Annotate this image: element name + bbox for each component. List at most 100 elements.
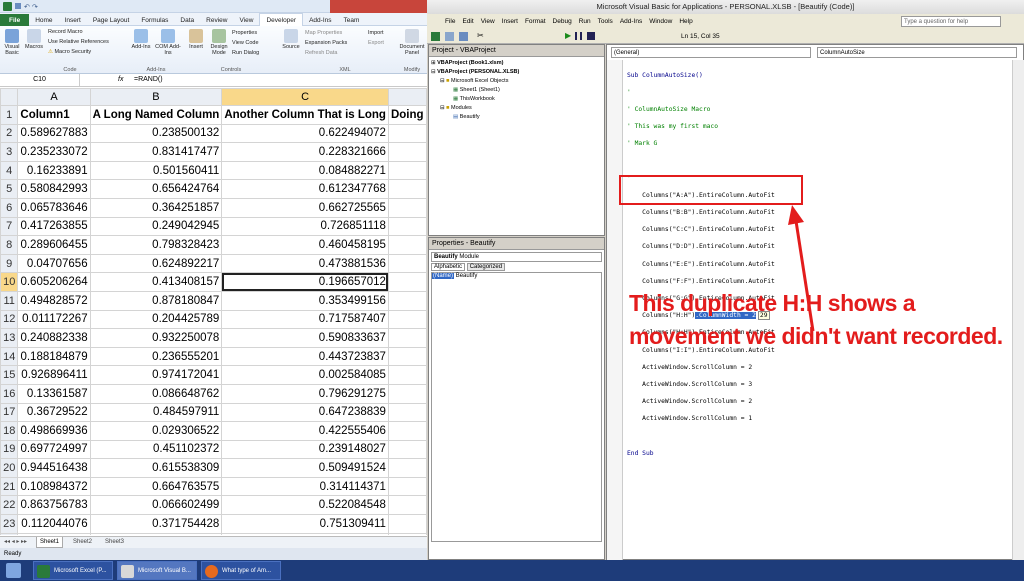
tree-item-thisworkbook[interactable]: ▦ ThisWorkbook: [431, 95, 602, 104]
tab-categorized[interactable]: Categorized: [466, 263, 506, 271]
record-macro-button[interactable]: Record Macro: [48, 29, 83, 35]
cell[interactable]: 0.066602499: [89, 495, 223, 516]
cell[interactable]: 0.990688375: [17, 532, 91, 535]
cell[interactable]: [387, 365, 427, 385]
cell[interactable]: 0.501560411: [89, 160, 223, 181]
row-header[interactable]: 23: [0, 514, 19, 534]
cell[interactable]: 0.289606455: [17, 235, 91, 255]
run-icon[interactable]: ▶: [565, 31, 571, 40]
cell[interactable]: 0.417263855: [17, 216, 91, 237]
row-header[interactable]: 1: [0, 105, 19, 125]
menu-edit[interactable]: Edit: [462, 18, 473, 25]
cell[interactable]: 0.371754428: [89, 514, 223, 534]
menu-window[interactable]: Window: [649, 18, 672, 25]
row-header[interactable]: 22: [0, 495, 19, 516]
cell[interactable]: 0.228321666: [221, 142, 389, 162]
column-header-b[interactable]: B: [89, 88, 223, 106]
properties-object-select[interactable]: Beautify Module: [431, 252, 602, 262]
selected-cell[interactable]: 0.196657012: [221, 272, 389, 292]
pause-icon[interactable]: [575, 32, 582, 40]
header-cell[interactable]: Another Column That is Long: [221, 105, 389, 125]
cell[interactable]: [387, 142, 427, 162]
cell[interactable]: 0.798328423: [89, 235, 223, 255]
cell[interactable]: 0.796291275: [221, 383, 389, 404]
cell[interactable]: [387, 272, 427, 292]
cell[interactable]: 0.612347768: [221, 179, 389, 199]
refresh-data-button[interactable]: Refresh Data: [305, 50, 337, 56]
row-header[interactable]: 2: [0, 123, 19, 144]
row-header[interactable]: 11: [0, 290, 19, 311]
row-header[interactable]: 14: [0, 346, 19, 367]
menu-tools[interactable]: Tools: [598, 18, 613, 25]
cell[interactable]: 0.484597911: [89, 402, 223, 423]
menu-insert[interactable]: Insert: [502, 18, 518, 25]
row-header[interactable]: 12: [0, 309, 19, 330]
cell[interactable]: [387, 216, 427, 237]
cell[interactable]: 0.662725565: [221, 197, 389, 218]
cell[interactable]: 0.509491524: [221, 458, 389, 478]
cell[interactable]: 0.863756783: [17, 495, 91, 516]
cell[interactable]: 0.622494072: [221, 123, 389, 144]
cell[interactable]: [387, 458, 427, 478]
cell[interactable]: 0.188184879: [17, 346, 91, 367]
cell[interactable]: 0.590833637: [221, 328, 389, 348]
cell[interactable]: 0.04707656: [17, 253, 91, 274]
redo-icon[interactable]: ↷: [32, 3, 38, 11]
cell[interactable]: 0.314114371: [221, 476, 389, 497]
design-mode-button[interactable]: Design Mode: [208, 29, 230, 56]
cell[interactable]: 0.878180847: [89, 290, 223, 311]
cell[interactable]: 0.932250078: [89, 328, 223, 348]
cell[interactable]: 0.498669936: [17, 421, 91, 441]
column-header-a[interactable]: A: [17, 88, 91, 106]
tree-item-personal[interactable]: ⊟ VBAProject (PERSONAL.XLSB): [431, 68, 602, 77]
formula-input[interactable]: =RAND(): [134, 74, 163, 86]
header-cell[interactable]: Column1: [17, 105, 91, 125]
cell[interactable]: 0.108984372: [17, 476, 91, 497]
export-button[interactable]: Export: [368, 40, 384, 46]
cell[interactable]: 0.443723837: [221, 346, 389, 367]
cell[interactable]: 0.236555201: [89, 346, 223, 367]
save-icon[interactable]: [15, 3, 21, 9]
prop-name-value[interactable]: Beautify: [456, 273, 478, 279]
cell[interactable]: [387, 383, 427, 404]
sheet-nav-icon[interactable]: ◂◂ ◂ ▸ ▸▸: [4, 538, 27, 545]
menu-run[interactable]: Run: [579, 18, 591, 25]
fx-icon[interactable]: fx: [118, 74, 123, 86]
cell[interactable]: 0.36729522: [17, 402, 91, 423]
macro-security-button[interactable]: ⚠ Macro Security: [48, 49, 91, 55]
cell[interactable]: 0.235233072: [17, 142, 91, 162]
cell[interactable]: [387, 402, 427, 423]
row-header[interactable]: 21: [0, 476, 19, 497]
tab-developer[interactable]: Developer: [259, 13, 304, 26]
row-header[interactable]: 15: [0, 365, 19, 385]
row-header[interactable]: 7: [0, 216, 19, 237]
cell[interactable]: [387, 346, 427, 367]
cell[interactable]: 0.522084548: [221, 495, 389, 516]
cell[interactable]: [387, 532, 427, 535]
cell[interactable]: 0.112044076: [17, 514, 91, 534]
row-header[interactable]: 18: [0, 421, 19, 441]
cell[interactable]: 0.188135468: [221, 532, 389, 535]
cell[interactable]: 0.029306522: [89, 421, 223, 441]
taskbar-item-vbe[interactable]: Microsoft Visual B...: [117, 561, 197, 580]
cell[interactable]: 0.460458195: [221, 235, 389, 255]
taskbar-item-firefox[interactable]: What type of Am...: [201, 561, 281, 580]
cell[interactable]: [387, 123, 427, 144]
object-dropdown[interactable]: (General): [611, 47, 811, 58]
row-header[interactable]: 17: [0, 402, 19, 423]
source-button[interactable]: Source: [280, 29, 302, 50]
import-button[interactable]: Import: [368, 30, 384, 36]
undo-icon[interactable]: ↶: [24, 3, 30, 11]
tree-item-sheet1[interactable]: ▦ Sheet1 (Sheet1): [431, 86, 602, 95]
cell[interactable]: [387, 309, 427, 330]
cell[interactable]: 0.717587407: [221, 309, 389, 330]
cell[interactable]: 0.580842993: [17, 179, 91, 199]
expansion-packs-button[interactable]: Expansion Packs: [305, 40, 347, 46]
cell[interactable]: 0.615538309: [89, 458, 223, 478]
cut-icon[interactable]: ✂: [477, 31, 484, 40]
cell[interactable]: [387, 160, 427, 181]
add-ins-button[interactable]: Add-Ins: [130, 29, 152, 50]
tree-item-excel-objects[interactable]: ⊟ ■ Microsoft Excel Objects: [431, 77, 602, 86]
map-properties-button[interactable]: Map Properties: [305, 30, 342, 36]
cell[interactable]: 0.002584085: [221, 365, 389, 385]
